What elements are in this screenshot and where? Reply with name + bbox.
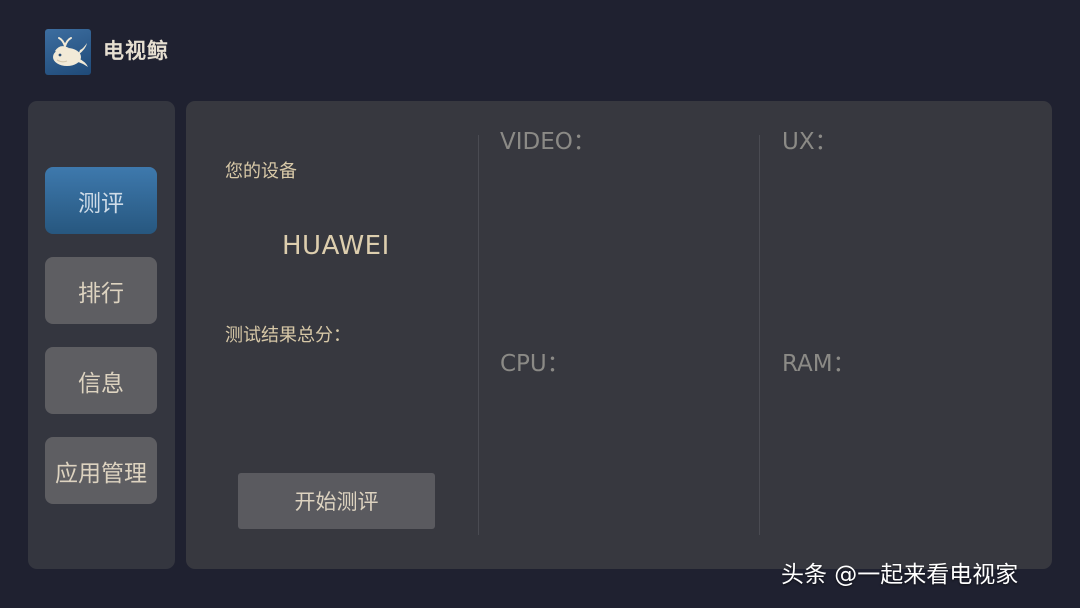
divider xyxy=(478,135,479,535)
watermark: 头条 @一起来看电视家 xyxy=(781,562,1019,588)
app-logo xyxy=(45,29,91,75)
sidebar-item-ranking[interactable]: 排行 xyxy=(45,257,157,324)
divider xyxy=(759,135,760,535)
ram-score-label: RAM： xyxy=(782,351,856,377)
ux-score-label: UX： xyxy=(782,129,838,155)
app-title: 电视鲸 xyxy=(103,39,169,63)
sidebar-item-info[interactable]: 信息 xyxy=(45,347,157,414)
sidebar: 测评 排行 信息 应用管理 xyxy=(28,101,175,569)
cpu-score-label: CPU： xyxy=(500,351,570,377)
device-name: HUAWEI xyxy=(282,231,390,261)
device-label: 您的设备 xyxy=(225,161,297,182)
start-evaluation-button[interactable]: 开始测评 xyxy=(238,473,435,529)
sidebar-item-app-management[interactable]: 应用管理 xyxy=(45,437,157,504)
sidebar-item-evaluation[interactable]: 测评 xyxy=(45,167,157,234)
evaluation-panel: 您的设备 HUAWEI 测试结果总分： 开始测评 VIDEO： UX： CPU：… xyxy=(186,101,1052,569)
total-score-label: 测试结果总分： xyxy=(225,325,351,346)
whale-logo-icon xyxy=(53,37,88,67)
video-score-label: VIDEO： xyxy=(500,129,596,155)
